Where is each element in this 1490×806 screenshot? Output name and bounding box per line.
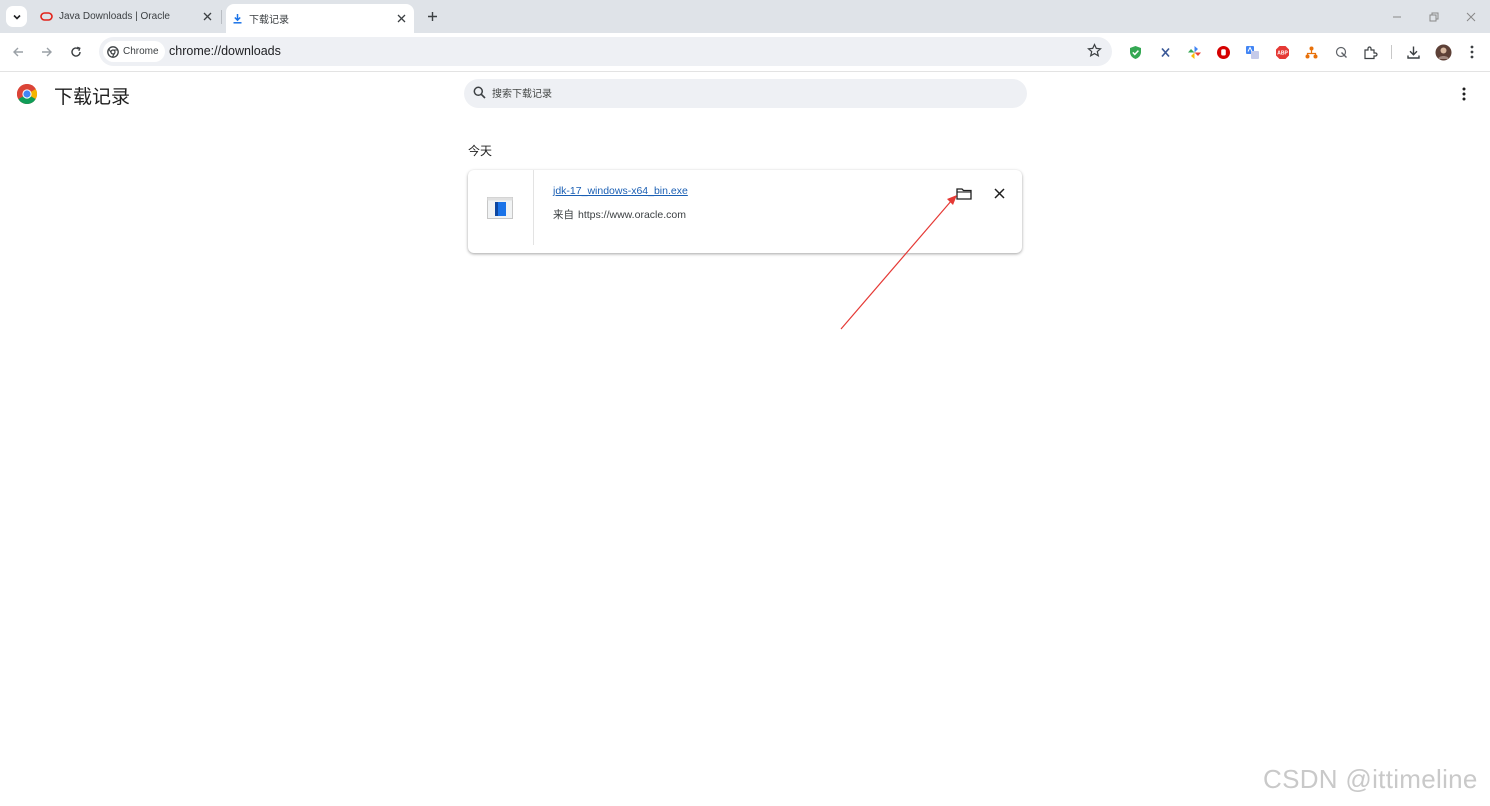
arrow-left-icon <box>13 47 23 57</box>
source-prefix: 来自 <box>553 209 574 221</box>
restore-button[interactable] <box>1426 9 1442 25</box>
close-tab-icon[interactable] <box>200 10 214 24</box>
tab-title: Java Downloads | Oracle <box>59 11 170 22</box>
close-tab-icon[interactable] <box>394 12 408 26</box>
puzzle-icon[interactable] <box>1361 43 1379 61</box>
show-in-folder-button[interactable] <box>954 184 974 202</box>
back-button[interactable] <box>9 43 27 61</box>
abp-icon[interactable]: ABP <box>1273 43 1291 61</box>
download-source: 来自 https://www.oracle.com <box>553 207 686 222</box>
new-tab-button[interactable] <box>424 8 440 24</box>
folder-icon <box>956 187 972 200</box>
chrome-logo-icon <box>16 83 38 110</box>
annotation-arrow <box>840 195 957 330</box>
tab-strip: Java Downloads | Oracle 下载记录 <box>0 0 1490 33</box>
card-divider <box>533 170 534 245</box>
file-name-link[interactable]: jdk-17_windows-x64_bin.exe <box>553 185 688 197</box>
pinwheel-icon[interactable] <box>1185 43 1203 61</box>
tab-java-downloads[interactable]: Java Downloads | Oracle <box>34 3 220 30</box>
reload-button[interactable] <box>67 43 85 61</box>
more-actions-button[interactable] <box>1456 86 1472 102</box>
minimize-button[interactable] <box>1389 9 1405 25</box>
url-text[interactable]: chrome://downloads <box>169 44 281 58</box>
address-bar[interactable]: Chrome chrome://downloads <box>99 37 1112 66</box>
search-box[interactable] <box>464 79 1027 110</box>
close-window-button[interactable] <box>1463 9 1479 25</box>
more-vert-icon <box>1462 87 1466 101</box>
chrome-logo-icon <box>107 45 119 58</box>
browser-menu-button[interactable] <box>1463 43 1481 61</box>
plus-icon <box>427 11 437 21</box>
avatar[interactable] <box>1434 43 1452 61</box>
red-stop-icon[interactable] <box>1214 43 1232 61</box>
close-icon <box>993 187 1005 199</box>
more-vert-icon <box>1470 45 1474 59</box>
svg-text:ABP: ABP <box>1277 50 1288 56</box>
download-icon <box>1406 46 1420 59</box>
file-type-icon <box>487 197 513 224</box>
cursor-icon[interactable] <box>1332 43 1350 61</box>
restore-icon <box>1429 12 1439 22</box>
site-info-label: Chrome <box>123 46 159 57</box>
download-icon <box>232 13 243 24</box>
arrow-right-icon <box>42 47 52 57</box>
search-input[interactable] <box>490 79 1014 110</box>
tab-separator <box>221 10 222 24</box>
date-section-header: 今天 <box>468 144 493 158</box>
close-icon <box>1466 12 1476 22</box>
tab-title: 下载记录 <box>249 15 289 26</box>
toolbar-separator <box>1391 45 1392 59</box>
translate-icon[interactable] <box>1243 43 1261 61</box>
chevron-down-icon <box>12 14 21 20</box>
shield-check-icon[interactable] <box>1126 43 1144 61</box>
download-item: jdk-17_windows-x64_bin.exe 来自 https://www… <box>468 170 1022 253</box>
downloads-button[interactable] <box>1404 43 1422 61</box>
source-url[interactable]: https://www.oracle.com <box>578 209 686 221</box>
minimize-icon <box>1393 16 1401 18</box>
forward-button[interactable] <box>38 43 56 61</box>
oracle-logo-icon <box>40 12 53 21</box>
site-info-chip[interactable]: Chrome <box>103 41 165 62</box>
remove-download-button[interactable] <box>990 184 1008 202</box>
network-icon[interactable] <box>1302 43 1320 61</box>
watermark: CSDN @ittimeline <box>1263 764 1478 794</box>
browser-toolbar: Chrome chrome://downloads ABP <box>0 33 1490 72</box>
reload-icon <box>71 46 81 57</box>
tab-downloads[interactable]: 下载记录 <box>226 4 414 33</box>
search-icon <box>473 86 486 99</box>
page-title: 下载记录 <box>54 87 131 108</box>
x-extension-icon[interactable] <box>1156 43 1174 61</box>
bookmark-star-icon[interactable] <box>1087 43 1102 58</box>
tab-search-button[interactable] <box>6 6 27 27</box>
